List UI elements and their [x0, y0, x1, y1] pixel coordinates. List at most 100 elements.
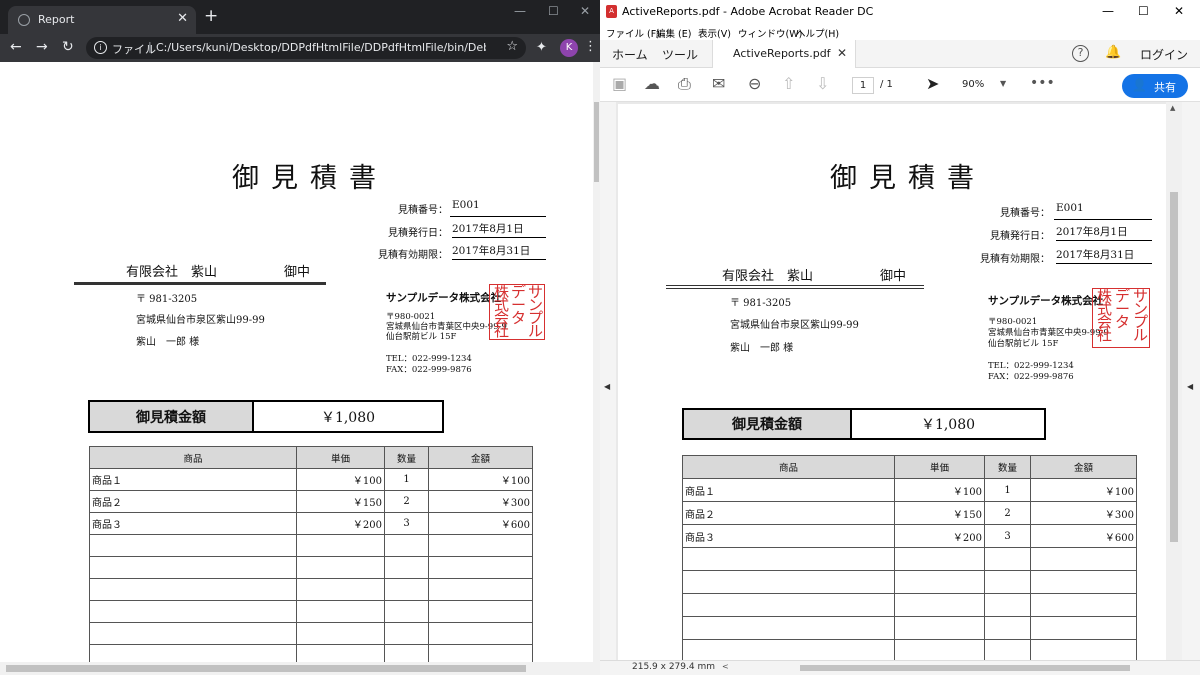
- table-row: 商品３ ￥200 3 ￥600: [89, 512, 533, 535]
- items-table: 商品 単価 数量 金額 商品１ ￥100 1 ￥100 商品２ ￥150 2 ￥…: [89, 446, 533, 662]
- address-bar[interactable]: i ファイル | C:/Users/kuni/Desktop/DDPdfHtml…: [86, 37, 526, 59]
- bookmark-star-icon[interactable]: ☆: [506, 39, 518, 54]
- cell-price: ￥100: [894, 478, 985, 502]
- chevron-left-icon[interactable]: ◀: [1187, 382, 1193, 391]
- page-total: / 1: [880, 79, 893, 90]
- table-row-empty: [682, 616, 1137, 640]
- cell-qty: 3: [384, 512, 429, 535]
- save-icon[interactable]: ▣: [612, 76, 627, 92]
- maximize-icon[interactable]: ☐: [1138, 4, 1149, 18]
- close-doc-icon[interactable]: ✕: [837, 46, 847, 60]
- cell-amount: ￥600: [428, 512, 533, 535]
- menu-bar: ファイル (F) 編集 (E) 表示(V) ウィンドウ(W) ヘルプ(H): [600, 24, 1200, 40]
- meta-label-expiry: 見積有効期限：: [378, 250, 448, 261]
- cell-price: ￥100: [296, 468, 385, 491]
- menu-file[interactable]: ファイル (F): [606, 26, 660, 40]
- meta-line: [450, 216, 546, 217]
- page-down-icon[interactable]: ⇩: [816, 76, 829, 92]
- page-number-input[interactable]: 1: [852, 77, 874, 94]
- customer-honorific: 御中: [880, 269, 907, 284]
- customer-postal: 〒 981-3205: [730, 298, 792, 309]
- cell-amount: ￥300: [1030, 501, 1137, 525]
- menu-view[interactable]: 表示(V): [698, 26, 731, 40]
- total-label: 御見積金額: [684, 410, 852, 438]
- url-separator: |: [148, 40, 152, 53]
- table-row-empty: [682, 639, 1137, 660]
- chrome-window: Report ✕ + — ☐ ✕ ← → ↻ i ファイル | C:/Users…: [0, 0, 600, 675]
- pdf-vertical-scrollbar[interactable]: ▲: [1166, 102, 1182, 660]
- menu-help[interactable]: ヘルプ(H): [796, 26, 839, 40]
- chevron-left-icon[interactable]: <: [722, 662, 729, 671]
- select-cursor-icon[interactable]: ➤: [926, 76, 939, 92]
- cell-item: 商品１: [89, 468, 297, 491]
- right-pane-toggle[interactable]: ◀: [1182, 102, 1200, 660]
- scroll-up-icon[interactable]: ▲: [1170, 104, 1175, 112]
- bell-icon[interactable]: 🔔: [1105, 45, 1121, 60]
- table-row: 商品２ ￥150 2 ￥300: [89, 490, 533, 513]
- cell-item: 商品３: [682, 524, 895, 548]
- zoom-level[interactable]: 90%: [962, 79, 984, 90]
- chevron-left-icon[interactable]: ◀: [604, 382, 610, 391]
- meta-value-number: E001: [452, 199, 480, 211]
- back-icon[interactable]: ←: [10, 39, 22, 55]
- company-name: サンプルデータ株式会社: [386, 292, 502, 304]
- extensions-icon[interactable]: ✦: [536, 40, 547, 55]
- cell-qty: 2: [384, 490, 429, 513]
- cloud-upload-icon[interactable]: ☁: [644, 76, 660, 92]
- horizontal-scroll-thumb[interactable]: [800, 665, 1130, 671]
- customer-address: 宮城県仙台市泉区紫山99-99: [730, 320, 859, 331]
- print-icon[interactable]: ⎙: [678, 76, 691, 92]
- company-postal: 〒980-0021: [386, 312, 436, 322]
- tab-tools[interactable]: ツール: [662, 46, 698, 63]
- menu-window[interactable]: ウィンドウ(W): [738, 26, 802, 40]
- table-row-empty: [89, 622, 533, 645]
- customer-person: 紫山 一郎 様: [730, 343, 794, 354]
- share-button[interactable]: 👤 共有: [1122, 74, 1188, 98]
- meta-label-number: 見積番号：: [398, 205, 448, 216]
- zoom-out-icon[interactable]: ⊖: [748, 76, 761, 92]
- chevron-down-icon[interactable]: ▼: [1000, 79, 1006, 88]
- forward-icon[interactable]: →: [36, 39, 48, 55]
- menu-edit[interactable]: 編集 (E): [656, 26, 691, 40]
- login-link[interactable]: ログイン: [1140, 46, 1188, 63]
- cell-item: 商品２: [682, 501, 895, 525]
- more-tools-icon[interactable]: •••: [1030, 75, 1055, 91]
- minimize-icon[interactable]: —: [514, 4, 526, 18]
- page-up-icon[interactable]: ⇧: [782, 76, 795, 92]
- chrome-horizontal-scrollbar[interactable]: [0, 662, 600, 675]
- cell-amount: ￥100: [428, 468, 533, 491]
- scroll-thumb[interactable]: [1170, 192, 1178, 542]
- cell-item: 商品１: [682, 478, 895, 502]
- help-icon[interactable]: ?: [1072, 45, 1089, 62]
- cell-qty: 3: [984, 524, 1031, 548]
- cell-price: ￥150: [296, 490, 385, 513]
- tab-document[interactable]: ActiveReports.pdf ✕: [712, 40, 856, 68]
- meta-label-number: 見積番号：: [1000, 208, 1050, 219]
- table-row-empty: [682, 547, 1137, 571]
- left-pane-toggle[interactable]: ◀: [600, 102, 616, 660]
- minimize-icon[interactable]: —: [1102, 4, 1114, 18]
- close-window-icon[interactable]: ✕: [580, 4, 590, 18]
- reload-icon[interactable]: ↻: [62, 39, 74, 55]
- profile-avatar[interactable]: K: [560, 39, 578, 57]
- browser-tab-report[interactable]: Report ✕: [8, 6, 196, 34]
- info-icon[interactable]: i: [94, 41, 107, 54]
- table-row-empty: [682, 570, 1137, 594]
- email-icon[interactable]: ✉: [712, 76, 725, 92]
- report-html: 御見積書 見積番号： E001 見積発行日： 2017年8月1日 見積有効期限：…: [0, 62, 593, 662]
- col-header-price: 単価: [894, 455, 985, 479]
- scroll-thumb[interactable]: [6, 665, 526, 672]
- col-header-item: 商品: [682, 455, 895, 479]
- maximize-icon[interactable]: ☐: [548, 4, 559, 18]
- table-row-empty: [89, 600, 533, 623]
- customer-honorific: 御中: [284, 265, 311, 280]
- tab-home[interactable]: ホーム: [612, 46, 648, 63]
- company-seal-stamp: サンプル データ 株式会社: [1092, 288, 1150, 348]
- scroll-thumb[interactable]: [594, 102, 599, 182]
- close-tab-icon[interactable]: ✕: [177, 11, 188, 26]
- new-tab-icon[interactable]: +: [204, 8, 218, 25]
- kebab-menu-icon[interactable]: ⋮: [584, 39, 597, 54]
- total-label: 御見積金額: [90, 402, 254, 431]
- close-window-icon[interactable]: ✕: [1174, 4, 1184, 18]
- chrome-vertical-scrollbar[interactable]: [593, 62, 600, 662]
